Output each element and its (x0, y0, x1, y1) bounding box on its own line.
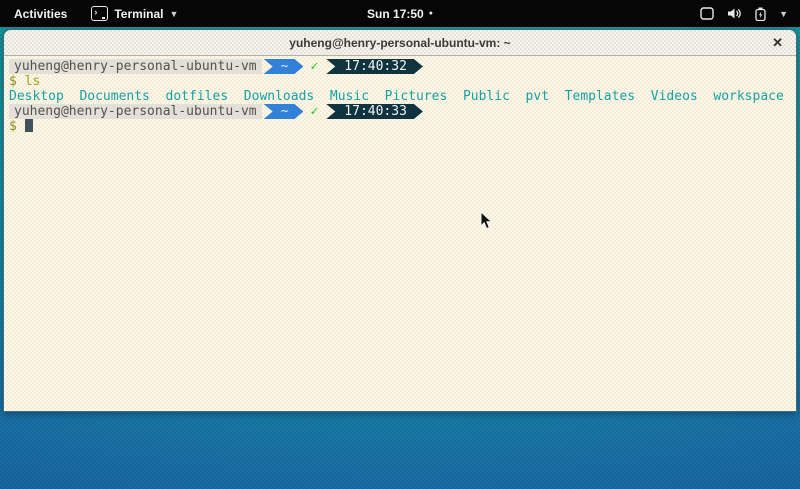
input-line[interactable]: $ (9, 119, 796, 134)
terminal-window: yuheng@henry-personal-ubuntu-vm: ~ ✕ yuh… (3, 29, 797, 412)
terminal-app-icon: › (91, 6, 108, 21)
directory-name: Documents (79, 89, 149, 104)
clock-label[interactable]: Sun 17:50 (367, 7, 424, 21)
directory-name: Desktop (9, 89, 64, 104)
prompt-symbol: $ (9, 119, 17, 134)
notification-dot-icon: ● (429, 10, 433, 17)
directory-name: Public (463, 89, 510, 104)
directory-name: Videos (651, 89, 698, 104)
system-status-area[interactable]: ▼ (700, 0, 800, 27)
prompt-user-segment: yuheng@henry-personal-ubuntu-vm (9, 104, 262, 119)
prompt-path-segment: ~ (264, 59, 304, 74)
prompt-line: yuheng@henry-personal-ubuntu-vm ~ ✓ 17:4… (9, 59, 796, 74)
window-title: yuheng@henry-personal-ubuntu-vm: ~ (289, 36, 510, 50)
directory-name: pvt (526, 89, 549, 104)
prompt-time-segment: 17:40:33 (326, 104, 423, 119)
display-icon (700, 7, 714, 20)
prompt-path-segment: ~ (264, 104, 304, 119)
app-menu-button[interactable]: › Terminal ▼ (81, 0, 188, 27)
command-line: $ ls (9, 74, 796, 89)
ls-output-line: Desktop Documents dotfiles Downloads Music Pi… (9, 89, 796, 104)
activities-button[interactable]: Activities (0, 0, 81, 27)
command-text: ls (25, 74, 41, 89)
terminal-content[interactable]: yuheng@henry-personal-ubuntu-vm ~ ✓ 17:4… (4, 56, 796, 411)
top-bar-left: Activities › Terminal ▼ (0, 0, 188, 27)
chevron-down-icon: ▼ (779, 9, 788, 19)
directory-name: Music (330, 89, 369, 104)
directory-name: Pictures (385, 89, 448, 104)
battery-charging-icon (755, 7, 766, 21)
prompt-line: yuheng@henry-personal-ubuntu-vm ~ ✓ 17:4… (9, 104, 796, 119)
terminal-cursor (25, 119, 33, 132)
directory-name: Downloads (244, 89, 314, 104)
gnome-top-bar: Activities › Terminal ▼ Sun 17:50 ● (0, 0, 800, 27)
prompt-symbol: $ (9, 74, 17, 89)
window-titlebar[interactable]: yuheng@henry-personal-ubuntu-vm: ~ ✕ (4, 30, 796, 56)
volume-icon (727, 7, 742, 20)
prompt-status-check: ✓ (303, 59, 324, 74)
screen: Activities › Terminal ▼ Sun 17:50 ● (0, 0, 800, 489)
app-menu-label: Terminal (114, 7, 163, 21)
prompt-user-segment: yuheng@henry-personal-ubuntu-vm (9, 59, 262, 74)
directory-name: Templates (565, 89, 635, 104)
directory-name: dotfiles (166, 89, 229, 104)
prompt-status-check: ✓ (303, 104, 324, 119)
prompt-time-segment: 17:40:32 (326, 59, 423, 74)
directory-name: workspace (713, 89, 783, 104)
chevron-down-icon: ▼ (169, 9, 178, 19)
close-icon[interactable]: ✕ (772, 30, 783, 55)
